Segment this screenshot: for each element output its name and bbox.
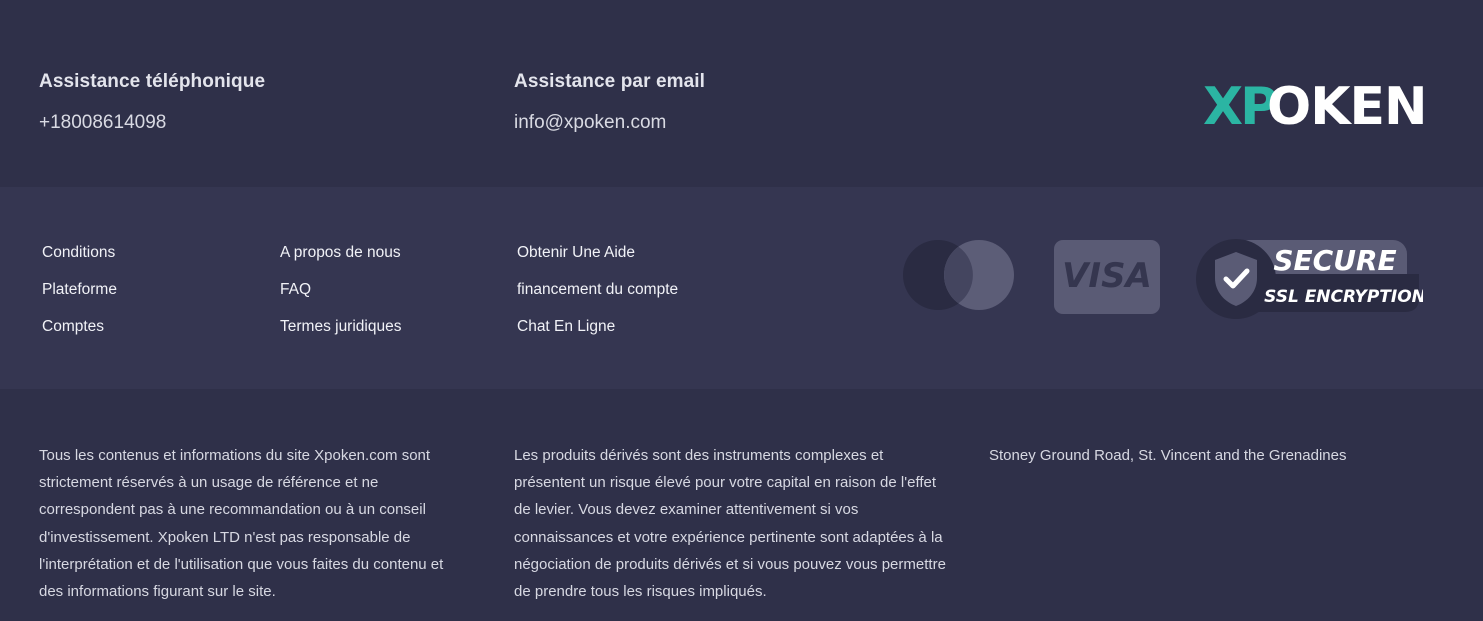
- address-paragraph: Stoney Ground Road, St. Vincent and the …: [989, 447, 1347, 464]
- logo-prefix: XP: [1203, 78, 1276, 130]
- link-faq[interactable]: FAQ: [280, 280, 401, 317]
- links-section: Conditions Plateforme Comptes A propos d…: [0, 187, 1483, 389]
- disclaimer-paragraph: Tous les contenus et informations du sit…: [39, 447, 444, 601]
- link-conditions[interactable]: Conditions: [42, 243, 117, 280]
- email-address[interactable]: info@xpoken.com: [514, 112, 705, 134]
- phone-support: Assistance téléphonique +18008614098: [39, 71, 265, 134]
- mastercard-icon: [903, 240, 1014, 310]
- email-support: Assistance par email info@xpoken.com: [514, 71, 705, 134]
- risk-warning-text: Les produits dérivés sont des instrument…: [514, 442, 954, 605]
- link-plateforme[interactable]: Plateforme: [42, 280, 117, 317]
- logo-suffix: OKEN: [1267, 78, 1423, 130]
- links-column-1: Conditions Plateforme Comptes: [42, 243, 117, 354]
- phone-support-title: Assistance téléphonique: [39, 71, 266, 92]
- link-comptes[interactable]: Comptes: [42, 317, 117, 354]
- link-chat[interactable]: Chat En Ligne: [517, 317, 678, 354]
- phone-number[interactable]: +18008614098: [39, 112, 265, 134]
- visa-label: VISA: [1062, 256, 1152, 296]
- link-a-propos[interactable]: A propos de nous: [280, 243, 401, 280]
- link-financement[interactable]: financement du compte: [517, 280, 678, 317]
- ssl-secure-label: SECURE: [1273, 244, 1396, 277]
- xpoken-logo[interactable]: XP OKEN: [1203, 78, 1423, 130]
- ssl-shield-icon: SECURE SSL ENCRYPTION: [1196, 239, 1423, 319]
- contact-section: Assistance téléphonique +18008614098 Ass…: [0, 0, 1483, 187]
- links-column-3: Obtenir Une Aide financement du compte C…: [517, 243, 678, 354]
- links-column-2: A propos de nous FAQ Termes juridiques: [280, 243, 401, 354]
- disclaimer-text: Tous les contenus et informations du sit…: [39, 442, 469, 605]
- risk-paragraph: Les produits dérivés sont des instrument…: [514, 447, 946, 601]
- visa-icon: VISA: [1054, 240, 1160, 314]
- address-text: Stoney Ground Road, St. Vincent and the …: [989, 442, 1449, 469]
- link-termes-juridiques[interactable]: Termes juridiques: [280, 317, 401, 354]
- link-obtenir-aide[interactable]: Obtenir Une Aide: [517, 243, 678, 280]
- email-support-title: Assistance par email: [514, 71, 706, 92]
- legal-section: Tous les contenus et informations du sit…: [0, 389, 1483, 621]
- ssl-encryption-label: SSL ENCRYPTION: [1264, 287, 1423, 307]
